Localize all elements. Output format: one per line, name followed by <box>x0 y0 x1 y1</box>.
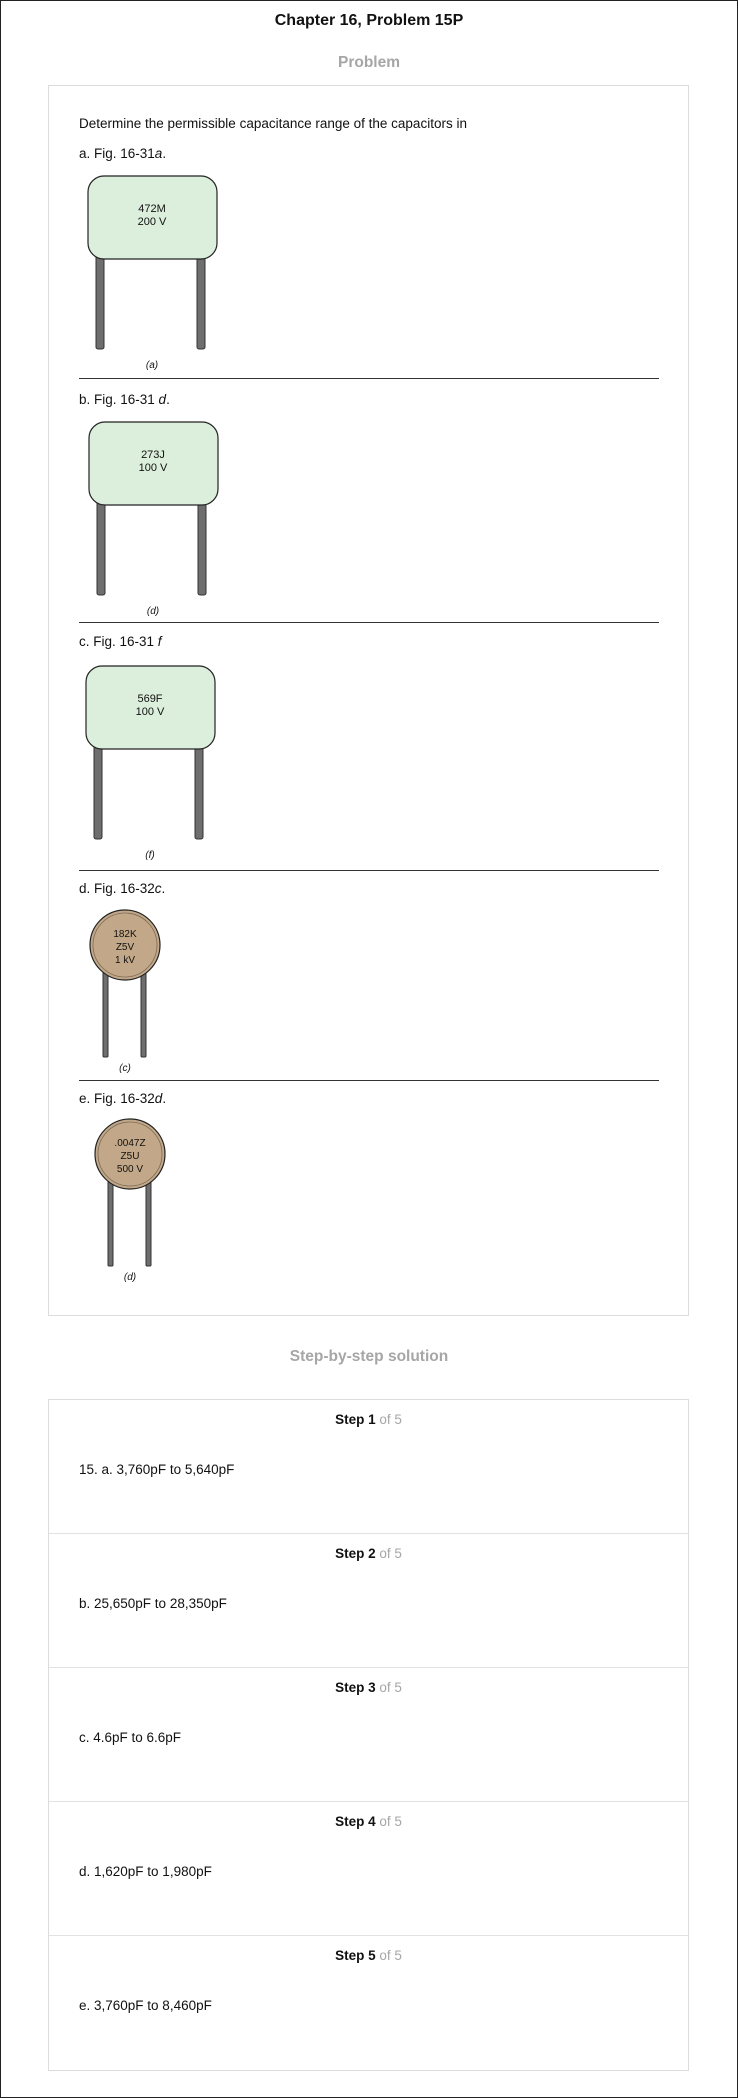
part-a-label: a. Fig. 16-31a. <box>79 146 167 161</box>
solution-heading: Step-by-step solution <box>289 1348 449 1365</box>
capacitor-voltage: 500 V <box>117 1164 143 1175</box>
lead-right <box>145 1175 152 1267</box>
capacitor-voltage: 1 kV <box>115 955 135 966</box>
step-text: e. 3,760pF to 8,460pF <box>79 1998 212 2013</box>
part-e-label: e. Fig. 16-32d. <box>79 1091 167 1106</box>
step-title: Step 5 of 5 <box>335 1948 402 1963</box>
step-text: 15. a. 3,760pF to 5,640pF <box>79 1462 235 1477</box>
capacitor-code: 273J <box>141 449 165 461</box>
figure-caption: (a) <box>146 360 158 371</box>
step-card: Step 2 of 5 b. 25,650pF to 28,350pF <box>49 1534 688 1668</box>
capacitor-voltage: 100 V <box>139 462 168 474</box>
lead-left <box>107 1175 114 1267</box>
part-c-label: c. Fig. 16-31 f <box>79 634 162 649</box>
lead-left <box>93 742 103 840</box>
capacitor-figure-d: 182K Z5V 1 kV (c) <box>89 909 161 1074</box>
lead-left <box>96 498 106 596</box>
capacitor-voltage: 100 V <box>136 706 165 718</box>
step-card: Step 3 of 5 c. 4.6pF to 6.6pF <box>49 1668 688 1802</box>
capacitor-code: 472M <box>138 203 166 215</box>
page-title: Chapter 16, Problem 15P <box>274 12 464 29</box>
capacitor-voltage: 200 V <box>138 216 167 228</box>
step-text: c. 4.6pF to 6.6pF <box>79 1730 182 1745</box>
lead-left <box>95 252 105 350</box>
solution-box: Step 1 of 5 15. a. 3,760pF to 5,640pF St… <box>48 1399 689 2071</box>
step-title: Step 4 of 5 <box>335 1814 402 1829</box>
capacitor-code: .0047Z <box>114 1138 145 1149</box>
capacitor-figure-b: 273J 100 V (d) <box>88 421 219 617</box>
lead-right <box>197 498 207 596</box>
step-title: Step 3 of 5 <box>335 1680 402 1695</box>
figure-caption: (d) <box>147 606 159 617</box>
lead-right <box>140 966 147 1058</box>
capacitor-dielectric: Z5V <box>116 942 135 953</box>
lead-right <box>194 742 204 840</box>
step-text: d. 1,620pF to 1,980pF <box>79 1864 212 1879</box>
step-card: Step 5 of 5 e. 3,760pF to 8,460pF <box>49 1936 688 2070</box>
step-text: b. 25,650pF to 28,350pF <box>79 1596 227 1611</box>
lead-right <box>196 252 206 350</box>
part-d-label: d. Fig. 16-32c. <box>79 881 166 896</box>
step-card: Step 4 of 5 d. 1,620pF to 1,980pF <box>49 1802 688 1936</box>
figure-caption: (f) <box>145 850 154 861</box>
step-card: Step 1 of 5 15. a. 3,760pF to 5,640pF <box>49 1400 688 1534</box>
problem-box: Determine the permissible capacitance ra… <box>48 85 689 1316</box>
problem-intro: Determine the permissible capacitance ra… <box>79 116 467 131</box>
figure-caption: (c) <box>119 1063 131 1074</box>
capacitor-dielectric: Z5U <box>121 1151 140 1162</box>
capacitor-figure-a: 472M 200 V (a) <box>87 175 218 371</box>
divider <box>79 622 659 623</box>
lead-left <box>102 966 109 1058</box>
capacitor-figure-c: 569F 100 V (f) <box>85 665 216 861</box>
capacitor-code: 182K <box>113 929 137 940</box>
divider <box>79 378 659 379</box>
figure-caption: (d) <box>124 1272 136 1283</box>
problem-heading: Problem <box>337 54 400 71</box>
part-b-label: b. Fig. 16-31 d. <box>79 392 170 407</box>
capacitor-code: 569F <box>137 693 162 705</box>
step-title: Step 2 of 5 <box>335 1546 402 1561</box>
capacitor-figure-e: .0047Z Z5U 500 V (d) <box>94 1118 166 1283</box>
divider <box>79 1080 659 1081</box>
divider <box>79 870 659 871</box>
step-title: Step 1 of 5 <box>335 1412 402 1427</box>
